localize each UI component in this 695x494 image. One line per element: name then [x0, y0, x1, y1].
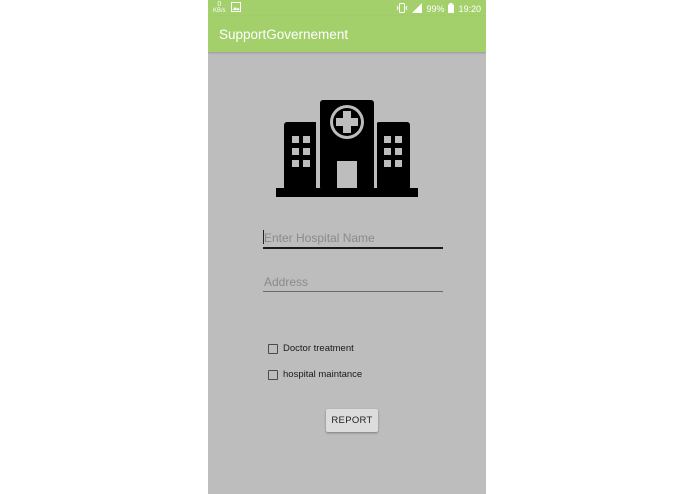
checkbox-box[interactable] [268, 343, 278, 354]
hospital-maintenance-checkbox[interactable]: hospital maintance [268, 369, 362, 380]
vibrate-icon [396, 3, 408, 15]
hospital-icon [276, 100, 418, 197]
report-button[interactable]: REPORT [326, 409, 378, 432]
battery-percent: 99% [426, 4, 445, 14]
app-bar: SupportGovernement [208, 16, 486, 52]
clock: 19:20 [458, 4, 481, 14]
address-placeholder: Address [264, 275, 309, 289]
doctor-treatment-label: Doctor treatment [283, 343, 354, 354]
signal-icon [412, 3, 423, 15]
status-bar: 0 KB/s 99% 19:20 [208, 0, 486, 16]
doctor-treatment-checkbox[interactable]: Doctor treatment [268, 343, 354, 354]
app-title: SupportGovernement [219, 27, 349, 42]
battery-icon [448, 3, 455, 15]
net-speed-indicator: 0 KB/s [213, 1, 226, 14]
checkbox-box[interactable] [268, 369, 278, 380]
address-input[interactable]: Address [263, 273, 443, 292]
hospital-maintenance-label: hospital maintance [283, 369, 363, 380]
image-icon [230, 1, 241, 14]
net-speed-unit: KB/s [213, 8, 226, 14]
hospital-name-input[interactable]: Enter Hospital Name [263, 229, 443, 249]
net-speed-value: 0 [217, 1, 222, 8]
hospital-name-placeholder: Enter Hospital Name [264, 231, 375, 245]
app-screen: 0 KB/s 99% 19:20 SupportGovernement Ente… [208, 0, 486, 494]
